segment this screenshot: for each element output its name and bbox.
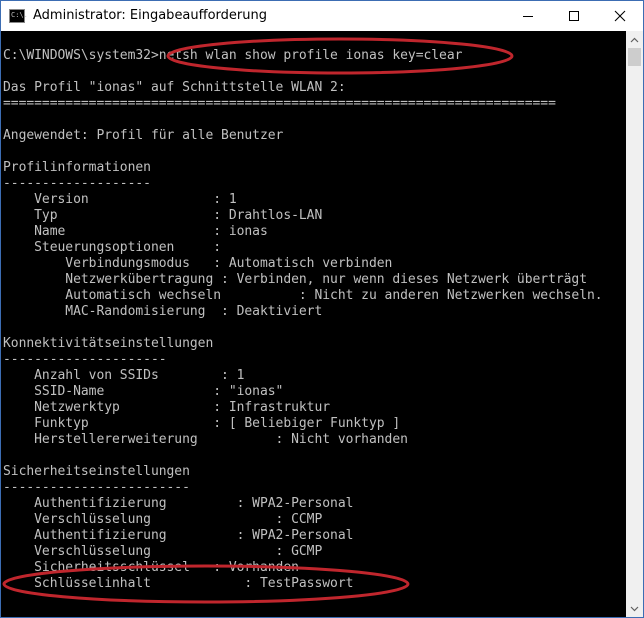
console-line: MAC-Randomisierung : Deaktiviert — [3, 304, 323, 319]
chevron-down-icon — [630, 606, 639, 611]
console-line: Sicherheitseinstellungen — [3, 464, 190, 479]
maximize-button[interactable] — [551, 1, 597, 31]
vertical-scrollbar[interactable] — [626, 31, 643, 617]
console-line: --------------------- — [3, 352, 167, 367]
console-line: ------------------------ — [3, 480, 190, 495]
console-line: Konnektivitätseinstellungen — [3, 336, 214, 351]
minimize-button[interactable] — [505, 1, 551, 31]
console-line: C:\WINDOWS\system32>netsh wlan show prof… — [3, 48, 463, 63]
close-button[interactable] — [597, 1, 643, 31]
console-line: Typ : Drahtlos-LAN — [3, 208, 323, 223]
console-line: Verschlüsselung : GCMP — [3, 544, 323, 559]
console-line: Verbindungsmodus : Automatisch verbinden — [3, 256, 393, 271]
console-line: Funktyp : [ Beliebiger Funktyp ] — [3, 416, 401, 431]
console-line: ------------------- — [3, 176, 151, 191]
console-line: Netzwerktyp : Infrastruktur — [3, 400, 331, 415]
console-line: Authentifizierung : WPA2-Personal — [3, 496, 354, 511]
scroll-up-button[interactable] — [626, 31, 643, 48]
title-bar[interactable]: C:\. Administrator: Eingabeaufforderung — [1, 1, 643, 31]
command-prompt-window: C:\. Administrator: Eingabeaufforderung … — [0, 0, 644, 618]
console-line: Schlüsselinhalt : TestPasswort — [3, 576, 354, 591]
console-line: Profilinformationen — [3, 160, 151, 175]
close-icon — [614, 10, 626, 22]
console-line: Herstellererweiterung : Nicht vorhanden — [3, 432, 408, 447]
console-line: Sicherheitsschlüssel : Vorhanden — [3, 560, 299, 575]
console-line: Angewendet: Profil für alle Benutzer — [3, 128, 284, 143]
console-line: Verschlüsselung : CCMP — [3, 512, 323, 527]
cmd-app-icon[interactable]: C:\. — [9, 9, 28, 23]
console-line: Authentifizierung : WPA2-Personal — [3, 528, 354, 543]
console-line: Steuerungsoptionen : — [3, 240, 222, 255]
console-line: Name : ionas — [3, 224, 268, 239]
console-line: Automatisch wechseln : Nicht zu anderen … — [3, 288, 603, 303]
minimize-icon — [523, 16, 533, 17]
console-line: Version : 1 — [3, 192, 237, 207]
console-line: Netzwerkübertragung : Verbinden, nur wen… — [3, 272, 587, 287]
console-line: Anzahl von SSIDs : 1 — [3, 368, 245, 383]
scroll-down-button[interactable] — [626, 600, 643, 617]
console-line: SSID-Name : "ionas" — [3, 384, 284, 399]
window-title: Administrator: Eingabeaufforderung — [33, 8, 267, 23]
chevron-up-icon — [630, 37, 639, 42]
scroll-thumb[interactable] — [628, 48, 641, 66]
app-icon-text: C:\. — [11, 11, 28, 19]
console-line: ========================================… — [3, 96, 556, 111]
maximize-icon — [569, 11, 579, 21]
console-line: Das Profil "ionas" auf Schnittstelle WLA… — [3, 80, 346, 95]
console-output[interactable]: C:\WINDOWS\system32>netsh wlan show prof… — [1, 31, 626, 617]
